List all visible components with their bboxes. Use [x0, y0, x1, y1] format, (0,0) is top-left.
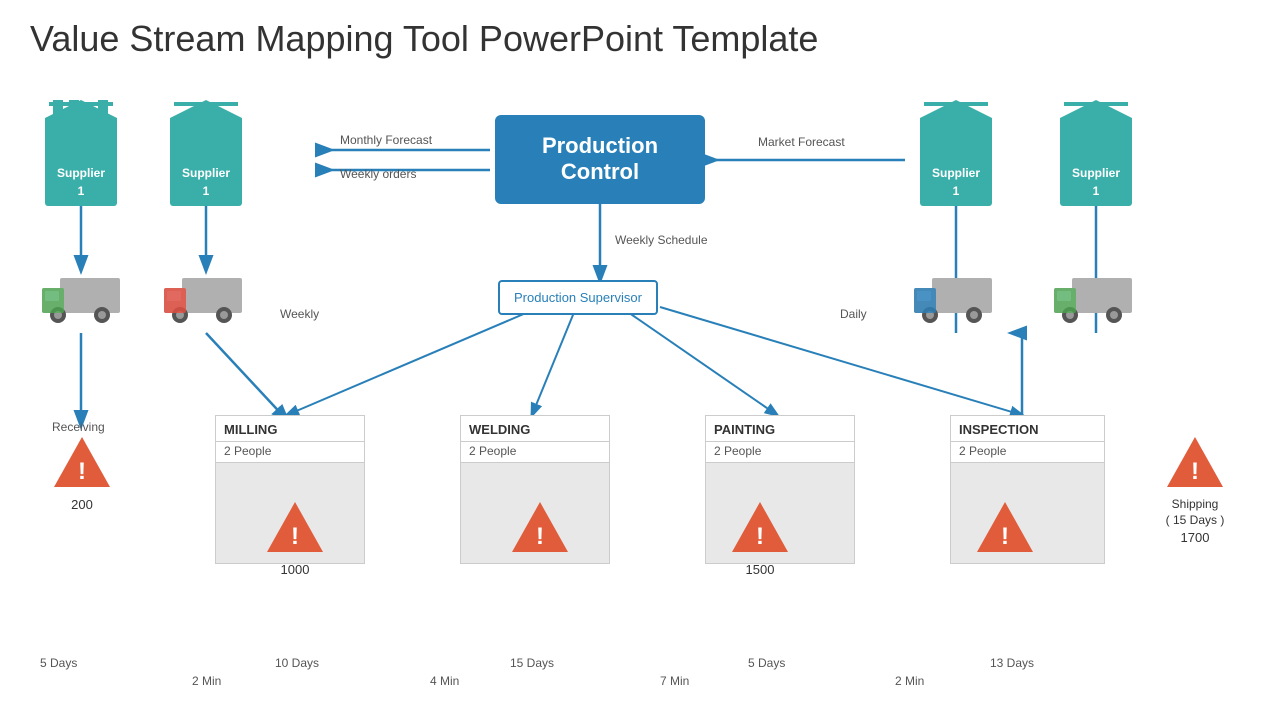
weekly-label: Weekly — [280, 307, 319, 321]
inspection-people: 2 People — [951, 442, 1104, 463]
inspection-title: INSPECTION — [951, 416, 1104, 442]
supplier-label-right-1: Supplier1 — [932, 166, 980, 198]
timeline-5days: 5 Days — [40, 656, 77, 670]
warning-shipping: ! Shipping( 15 Days ) 1700 — [1165, 435, 1225, 545]
production-control-box: Production Control — [495, 115, 705, 204]
supplier-right-2: Supplier1 — [1060, 100, 1132, 206]
painting-title: PAINTING — [706, 416, 854, 442]
warning-inspection: ! — [975, 500, 1035, 560]
svg-text:!: ! — [1191, 458, 1199, 485]
weekly-schedule-label: Weekly Schedule — [615, 233, 708, 247]
svg-text:!: ! — [78, 458, 86, 485]
factory-icon-right-2 — [1060, 100, 1132, 168]
supplier-label-right-2: Supplier1 — [1072, 166, 1120, 198]
warning-receiving: ! 200 — [52, 435, 112, 512]
production-supervisor-label: Production Supervisor — [514, 290, 642, 305]
warning-milling: ! 1000 — [265, 500, 325, 577]
truck-left-1 — [40, 273, 130, 333]
diagram-area: Supplier1 Supplier1 Supplier1 Supplier1 — [0, 85, 1280, 720]
receiving-label: Receiving — [52, 420, 105, 434]
production-control-label: Production Control — [542, 133, 658, 184]
factory-icon-left-1 — [45, 100, 117, 168]
monthly-forecast-label: Monthly Forecast — [340, 133, 432, 147]
factory-icon-left-2 — [170, 100, 242, 168]
timeline-7min: 7 Min — [660, 674, 689, 688]
timeline-2min: 2 Min — [192, 674, 221, 688]
timeline-13days: 13 Days — [990, 656, 1034, 670]
milling-people: 2 People — [216, 442, 364, 463]
truck-right-1 — [912, 273, 1002, 333]
factory-icon-right-1 — [920, 100, 992, 168]
supplier-label-left-2: Supplier1 — [182, 166, 230, 198]
welding-title: WELDING — [461, 416, 609, 442]
timeline-5days2: 5 Days — [748, 656, 785, 670]
warning-welding: ! — [510, 500, 570, 560]
supplier-left-2: Supplier1 — [170, 100, 242, 206]
timeline-2min2: 2 Min — [895, 674, 924, 688]
warning-painting: ! 1500 — [730, 500, 790, 577]
supplier-right-1: Supplier1 — [920, 100, 992, 206]
page-title: Value Stream Mapping Tool PowerPoint Tem… — [0, 0, 1280, 60]
shipping-label: Shipping( 15 Days ) — [1165, 497, 1225, 528]
svg-text:!: ! — [1001, 523, 1009, 550]
svg-text:!: ! — [291, 523, 299, 550]
timeline-10days: 10 Days — [275, 656, 319, 670]
painting-people: 2 People — [706, 442, 854, 463]
milling-title: MILLING — [216, 416, 364, 442]
svg-text:!: ! — [536, 523, 544, 550]
truck-left-2 — [162, 273, 252, 333]
painting-value: 1500 — [730, 562, 790, 577]
truck-right-2 — [1052, 273, 1142, 333]
timeline-4min: 4 Min — [430, 674, 459, 688]
svg-text:!: ! — [756, 523, 764, 550]
daily-label: Daily — [840, 307, 867, 321]
welding-people: 2 People — [461, 442, 609, 463]
supplier-label-left-1: Supplier1 — [57, 166, 105, 198]
production-supervisor-box: Production Supervisor — [498, 280, 658, 315]
shipping-value: 1700 — [1165, 530, 1225, 545]
timeline-15days: 15 Days — [510, 656, 554, 670]
weekly-orders-label: Weekly orders — [340, 167, 416, 181]
market-forecast-label: Market Forecast — [758, 135, 845, 149]
supplier-left-1: Supplier1 — [45, 100, 117, 206]
milling-value: 1000 — [265, 562, 325, 577]
receiving-value: 200 — [52, 497, 112, 512]
